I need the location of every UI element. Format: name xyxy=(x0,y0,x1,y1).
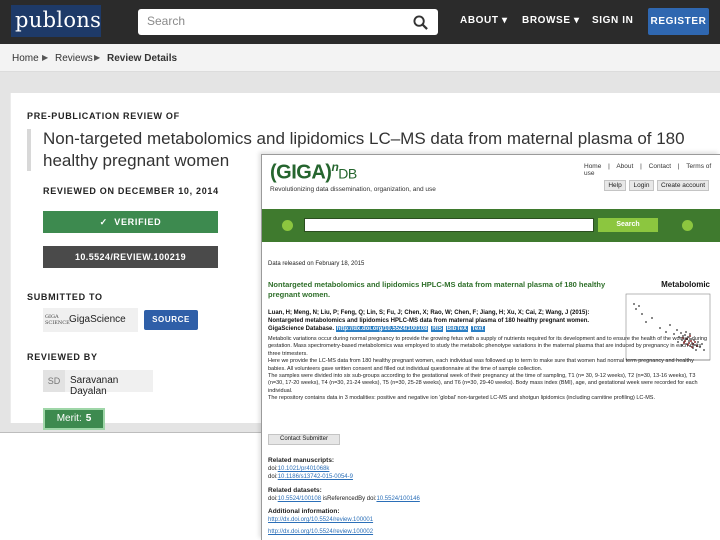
description-paragraph: Here we provide the LC-MS data from 180 … xyxy=(268,358,694,372)
reviewer-chip[interactable]: SD Saravanan Dayalan xyxy=(43,370,153,397)
related-datasets-heading: Related datasets: xyxy=(268,487,322,494)
search-box[interactable]: Search xyxy=(138,9,438,35)
review-doi[interactable]: 10.5524/REVIEW.100219 xyxy=(43,246,218,268)
breadcrumb-review-details: Review Details xyxy=(107,53,178,64)
text-badge[interactable]: Text xyxy=(470,326,485,332)
journal-logo: GIGA SCIENCE xyxy=(45,314,70,326)
additional-info-item: http://dx.doi.org/10.5524/review.100001 xyxy=(268,517,373,523)
gigadb-link-home[interactable]: Home xyxy=(584,163,601,170)
citation-doi-link[interactable]: http://dx.doi.org/10.5524/100108 xyxy=(335,326,429,332)
arrow-right-icon[interactable] xyxy=(682,220,693,231)
manuscript-item: doi:10.1186/s13742-015-0054-9 xyxy=(268,474,353,480)
chevron-right-icon: ▶ xyxy=(42,53,49,62)
submitted-to-label: SUBMITTED TO xyxy=(27,292,103,302)
link-divider: | xyxy=(608,163,610,170)
nav-about[interactable]: ABOUT ▾ xyxy=(460,15,508,26)
link-divider: | xyxy=(640,163,642,170)
check-circle-icon: ✓ xyxy=(99,217,108,227)
nav-browse[interactable]: BROWSE ▾ xyxy=(522,15,580,26)
additional-info-item: http://dx.doi.org/10.5524/review.100002 xyxy=(268,529,373,535)
gigadb-logo: (GIGA)nDB xyxy=(270,160,357,184)
manuscript-item: doi:10.1021/pr401068k xyxy=(268,466,330,472)
search-icon[interactable] xyxy=(413,15,428,30)
merit-badge[interactable]: Merit: 5 xyxy=(43,408,105,430)
manuscript-link[interactable]: 10.1021/pr401068k xyxy=(278,466,330,472)
gigadb-login-button[interactable]: Login xyxy=(629,180,654,191)
description-paragraph: Metabolic variations occur during normal… xyxy=(268,336,708,357)
search-input[interactable]: Search xyxy=(147,14,185,28)
gigadb-link-terms[interactable]: Terms of use xyxy=(584,163,711,177)
ris-badge[interactable]: RIS xyxy=(431,326,444,332)
additional-info-heading: Additional information: xyxy=(268,508,340,515)
additional-info-link[interactable]: http://dx.doi.org/10.5524/review.100001 xyxy=(268,517,373,523)
reviewed-by-label: REVIEWED BY xyxy=(27,352,98,362)
register-button[interactable]: REGISTER xyxy=(648,8,709,35)
dataset-link[interactable]: 10.5524/100108 xyxy=(278,496,321,502)
breadcrumb-reviews[interactable]: Reviews xyxy=(55,53,93,64)
description-paragraph: The repository contains data in 3 modali… xyxy=(268,395,656,402)
gigadb-search-band: Search xyxy=(262,209,720,242)
dataset-item: doi:10.5524/100108 isReferencedBy doi:10… xyxy=(268,496,420,502)
gigadb-search-input[interactable] xyxy=(304,218,594,232)
manuscript-link[interactable]: 10.1186/s13742-015-0054-9 xyxy=(278,474,353,480)
chevron-down-icon: ▾ xyxy=(574,15,580,26)
publons-logo[interactable]: publons xyxy=(11,5,101,37)
gigadb-help-button[interactable]: Help xyxy=(604,180,626,191)
contact-submitter-button[interactable]: Contact Submitter xyxy=(268,434,340,445)
breadcrumb: Home ▶ Reviews ▶ Review Details xyxy=(0,44,720,72)
dataset-description: Metabolic variations occur during normal… xyxy=(268,336,708,403)
chevron-right-icon: ▶ xyxy=(94,53,101,62)
bibtex-badge[interactable]: BibTeX xyxy=(445,326,469,332)
gigadb-link-contact[interactable]: Contact xyxy=(649,163,671,170)
related-manuscripts-heading: Related manuscripts: xyxy=(268,457,335,464)
nav-sign-in[interactable]: SIGN IN xyxy=(592,15,633,26)
gigadb-create-account-button[interactable]: Create account xyxy=(657,180,709,191)
reviewed-date: REVIEWED ON DECEMBER 10, 2014 xyxy=(43,186,219,196)
breadcrumb-home[interactable]: Home xyxy=(12,53,39,64)
dataset-title: Nontargeted metabolomics and lipidomics … xyxy=(268,280,606,299)
additional-info-link[interactable]: http://dx.doi.org/10.5524/review.100002 xyxy=(268,529,373,535)
journal-chip[interactable]: GIGA SCIENCE GigaScience xyxy=(43,308,138,332)
arrow-left-icon[interactable] xyxy=(282,220,293,231)
gigadb-top-links: Home | About | Contact | Terms of use xyxy=(584,163,720,177)
gigadb-tagline: Revolutionizing data dissemination, orga… xyxy=(270,186,436,193)
journal-name: GigaScience xyxy=(69,314,126,325)
gigadb-link-about[interactable]: About xyxy=(616,163,633,170)
source-button[interactable]: SOURCE xyxy=(144,310,198,330)
pre-publication-label: PRE-PUBLICATION REVIEW OF xyxy=(27,111,180,121)
description-paragraph: The samples were divided into six sub-gr… xyxy=(268,373,698,394)
top-navbar: publons Search ABOUT ▾ BROWSE ▾ SIGN IN … xyxy=(0,0,720,44)
gigadb-search-button[interactable]: Search xyxy=(598,218,658,232)
dataset-type-label: Metabolomic xyxy=(661,280,710,289)
screen: publons Search ABOUT ▾ BROWSE ▾ SIGN IN … xyxy=(0,0,720,540)
reviewer-name: Saravanan Dayalan xyxy=(70,375,119,397)
title-accent-bar xyxy=(27,129,31,171)
dataset-link[interactable]: 10.5524/100146 xyxy=(376,496,419,502)
avatar: SD xyxy=(43,370,65,392)
chevron-down-icon: ▾ xyxy=(501,15,508,26)
link-divider: | xyxy=(677,163,680,170)
citation: Luan, H; Meng, N; Liu, P; Feng, Q; Lin, … xyxy=(268,310,590,332)
gigadb-screenshot: (GIGA)nDB Revolutionizing data dissemina… xyxy=(261,154,720,540)
verified-badge: ✓ VERIFIED xyxy=(43,211,218,233)
release-date: Data released on February 18, 2015 xyxy=(268,261,365,267)
